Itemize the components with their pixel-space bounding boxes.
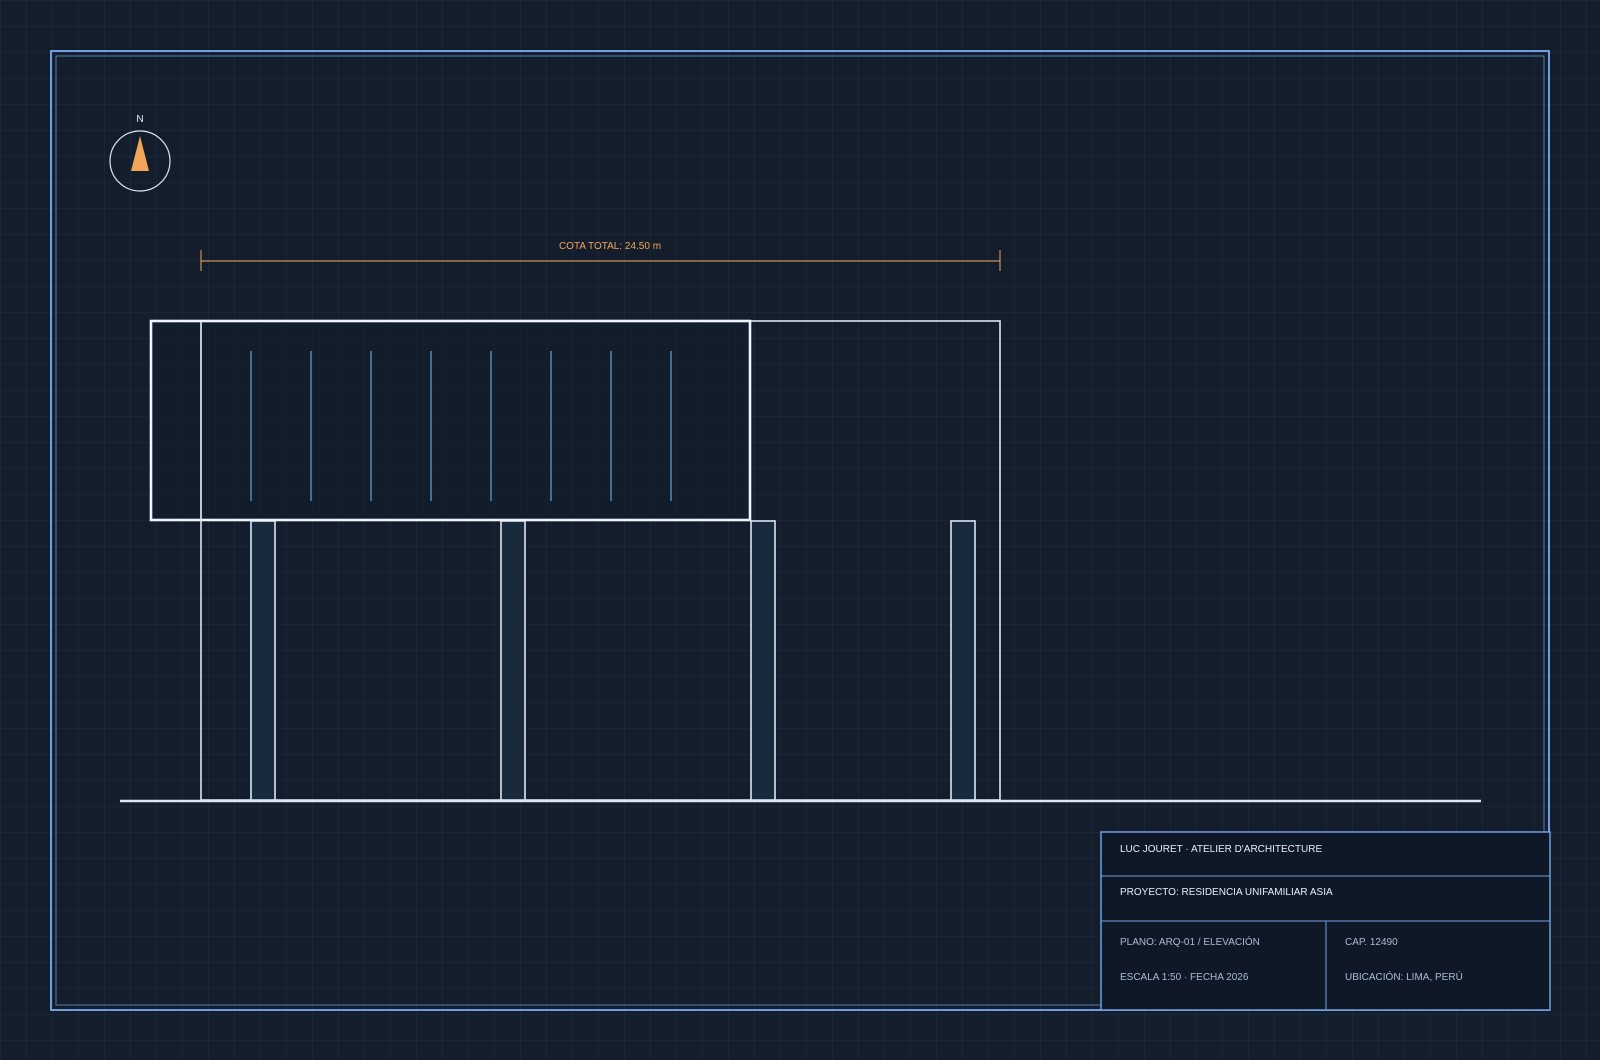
cantilever-volume: [149, 319, 752, 522]
scale-date: ESCALA 1:50 · FECHA 2026: [1120, 972, 1249, 983]
column: [500, 520, 526, 801]
column: [250, 520, 276, 801]
cap-number: CAP. 12490: [1345, 937, 1398, 948]
north-label: N: [136, 114, 143, 125]
column: [750, 520, 776, 801]
location: UBICACIÓN: LIMA, PERÚ: [1345, 970, 1463, 983]
column: [950, 520, 976, 801]
title-block: LUC JOURET · ATELIER D'ARCHITECTURE PROY…: [1100, 831, 1551, 1011]
blueprint-sheet: N COTA TOTAL: 24.50 m LUC JOURET · ATELI…: [0, 0, 1600, 1060]
dimension-label: COTA TOTAL: 24.50 m: [559, 241, 661, 252]
project-name: PROYECTO: RESIDENCIA UNIFAMILIAR ASIA: [1120, 887, 1333, 898]
plan-code: PLANO: ARQ-01 / ELEVACIÓN: [1120, 935, 1260, 948]
studio-name: LUC JOURET · ATELIER D'ARCHITECTURE: [1120, 844, 1322, 855]
